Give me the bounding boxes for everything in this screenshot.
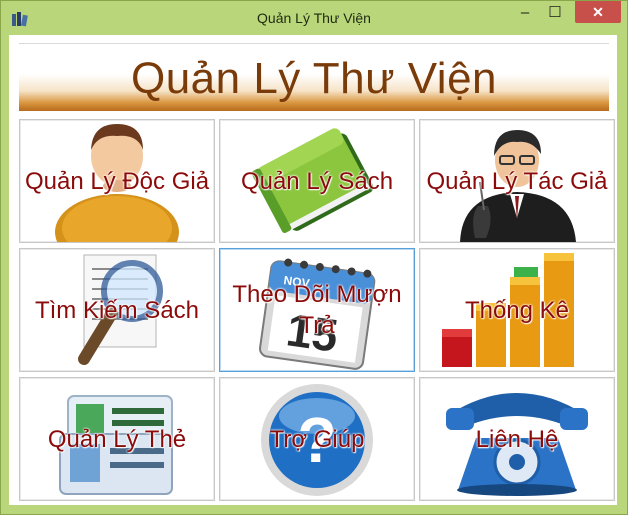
tile-book-management[interactable]: Quản Lý Sách	[219, 119, 415, 243]
tile-label: Liên Hệ	[475, 425, 559, 453]
tile-borrow-tracking[interactable]: NOV 15 Theo Dõi Mượn Trả	[219, 248, 415, 372]
close-button[interactable]: ✕	[575, 1, 621, 23]
tile-label: Quản Lý Sách	[240, 167, 394, 195]
banner-title: Quản Lý Thư Viện	[130, 54, 498, 103]
tile-label: Theo Dõi Mượn Trả	[232, 281, 402, 339]
tile-reader-management[interactable]: Quản Lý Độc Giả	[19, 119, 215, 243]
tile-label: Trợ Giúp	[269, 425, 365, 453]
main-panel: Quản Lý Thư Viện Quản Lý Độc Giả Quản Lý…	[9, 35, 617, 505]
tile-help[interactable]: ? Trợ Giúp	[219, 377, 415, 501]
tile-label: Quản Lý Thẻ	[47, 425, 187, 453]
tile-label: Thống Kê	[464, 296, 570, 324]
tile-statistics[interactable]: Thống Kê	[419, 248, 615, 372]
tile-label: Tìm Kiếm Sách	[34, 296, 200, 324]
app-window: Quản Lý Thư Viện – ☐ ✕ Quản Lý Thư Viện …	[0, 0, 628, 515]
minimize-button[interactable]: –	[510, 1, 540, 23]
tile-book-search[interactable]: Tìm Kiếm Sách	[19, 248, 215, 372]
header-banner: Quản Lý Thư Viện	[19, 43, 609, 111]
tile-contact[interactable]: Liên Hệ	[419, 377, 615, 501]
tile-card-management[interactable]: Quản Lý Thẻ	[19, 377, 215, 501]
maximize-button[interactable]: ☐	[540, 1, 570, 23]
tile-label: Quản Lý Tác Giả	[426, 167, 608, 195]
tile-author-management[interactable]: Quản Lý Tác Giả	[419, 119, 615, 243]
tile-label: Quản Lý Độc Giả	[24, 167, 210, 195]
title-bar[interactable]: Quản Lý Thư Viện – ☐ ✕	[1, 1, 627, 35]
